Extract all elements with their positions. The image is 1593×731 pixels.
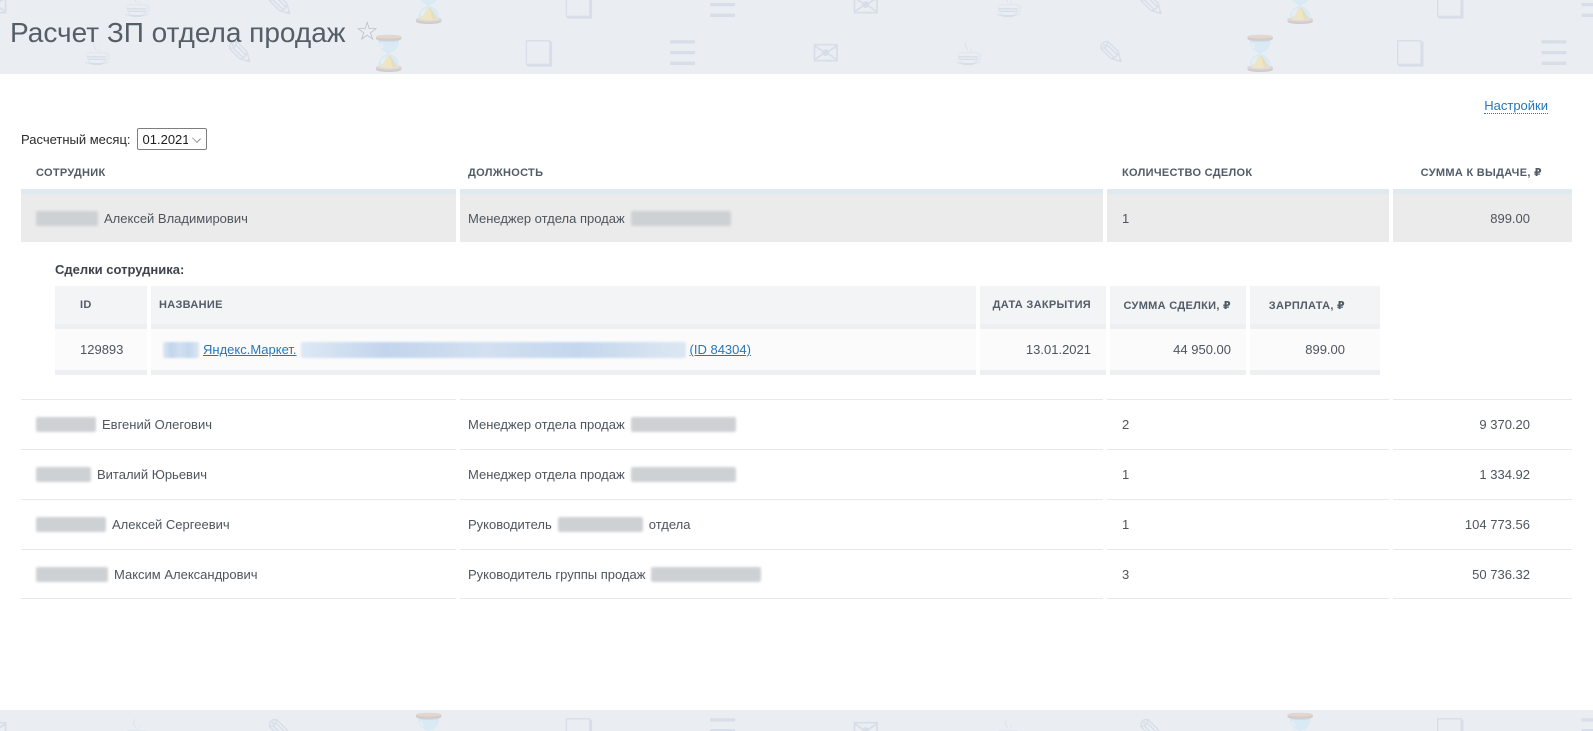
employee-position-cell: Менеджер отдела продаж (460, 189, 1103, 242)
position-text: Руководитель группы продаж (468, 567, 645, 582)
deals-count-cell: 1 (1107, 449, 1389, 499)
employee-position-cell: Руководитель отдела (460, 499, 1103, 549)
deals-count-cell: 3 (1107, 549, 1389, 599)
deals-count-cell: 1 (1107, 499, 1389, 549)
redacted-text (651, 567, 761, 582)
deal-sum-cell: 44 950.00 (1110, 324, 1246, 375)
redacted-text (558, 517, 643, 532)
amount-cell: 104 773.56 (1393, 499, 1572, 549)
deal-row: 129893 Яндекс.Маркет. (ID 84304) 13.01.2… (55, 324, 1380, 375)
month-select-wrap: 01.2021 (137, 128, 207, 150)
employee-name-cell: Алексей Владимирович (21, 189, 456, 242)
employee-row[interactable]: Евгений Олегович Менеджер отдела продаж … (21, 399, 1572, 449)
deal-col-header-id: ID (55, 286, 147, 324)
page-header: Расчет ЗП отдела продаж ☆ (0, 0, 1593, 49)
redacted-text (631, 211, 731, 226)
deal-col-header-close-date: ДАТА ЗАКРЫТИЯ (980, 286, 1106, 324)
employee-position-cell: Руководитель группы продаж (460, 549, 1103, 599)
page-title: Расчет ЗП отдела продаж (10, 17, 346, 48)
employee-row-expanded[interactable]: Алексей Владимирович Менеджер отдела про… (21, 189, 1572, 242)
deals-header-row: ID НАЗВАНИЕ ДАТА ЗАКРЫТИЯ СУММА СДЕЛКИ, … (55, 286, 1380, 324)
employee-name: Алексей Сергеевич (112, 517, 230, 532)
redacted-text (631, 417, 736, 432)
deals-count-cell: 2 (1107, 399, 1389, 449)
deal-title-text: Яндекс.Маркет. (203, 342, 297, 357)
redacted-text (36, 567, 108, 582)
settings-row: Настройки (21, 74, 1572, 112)
col-header-amount: СУММА К ВЫДАЧЕ, ₽ (1393, 166, 1572, 189)
deal-close-date-cell: 13.01.2021 (980, 324, 1106, 375)
deal-link[interactable]: Яндекс.Маркет. (ID 84304) (159, 342, 751, 358)
col-header-position: ДОЛЖНОСТЬ (460, 166, 1103, 189)
redacted-text (36, 211, 98, 226)
redacted-text (36, 517, 106, 532)
employee-name: Евгений Олегович (102, 417, 212, 432)
amount-cell: 1 334.92 (1393, 449, 1572, 499)
month-select[interactable]: 01.2021 (137, 128, 207, 150)
employee-position-cell: Менеджер отдела продаж (460, 449, 1103, 499)
settings-link[interactable]: Настройки (1484, 98, 1548, 114)
main-content: Настройки Расчетный месяц: 01.2021 СОТРУ… (0, 74, 1593, 710)
deal-id-text: (ID 84304) (690, 342, 751, 357)
col-header-deals-count: КОЛИЧЕСТВО СДЕЛОК (1107, 166, 1389, 189)
position-text: Менеджер отдела продаж (468, 211, 625, 226)
amount-cell: 899.00 (1393, 189, 1572, 242)
redacted-text (36, 417, 96, 432)
employee-row[interactable]: Виталий Юрьевич Менеджер отдела продаж 1… (21, 449, 1572, 499)
employee-name: Виталий Юрьевич (97, 467, 207, 482)
deal-col-header-salary: ЗАРПЛАТА, ₽ (1250, 286, 1380, 324)
month-filter-label: Расчетный месяц: (21, 132, 131, 147)
page-footer-band (0, 710, 1593, 731)
amount-cell: 9 370.20 (1393, 399, 1572, 449)
salary-table: СОТРУДНИК ДОЛЖНОСТЬ КОЛИЧЕСТВО СДЕЛОК СУ… (21, 166, 1572, 599)
deal-col-header-sum: СУММА СДЕЛКИ, ₽ (1110, 286, 1246, 324)
position-text: Руководитель (468, 517, 552, 532)
position-text: Менеджер отдела продаж (468, 467, 625, 482)
employee-position-cell: Менеджер отдела продаж (460, 399, 1103, 449)
page-header-band: Расчет ЗП отдела продаж ☆ (0, 0, 1593, 74)
employee-name-cell: Максим Александрович (21, 549, 456, 599)
table-header-row: СОТРУДНИК ДОЛЖНОСТЬ КОЛИЧЕСТВО СДЕЛОК СУ… (21, 166, 1572, 189)
deal-id-cell: 129893 (55, 324, 147, 375)
employee-name-cell: Виталий Юрьевич (21, 449, 456, 499)
deal-salary-cell: 899.00 (1250, 324, 1380, 375)
favorite-star-icon[interactable]: ☆ (356, 16, 379, 46)
employee-name-cell: Евгений Олегович (21, 399, 456, 449)
position-text-suffix: отдела (649, 517, 691, 532)
deals-count-cell: 1 (1107, 189, 1389, 242)
employee-row[interactable]: Максим Александрович Руководитель группы… (21, 549, 1572, 599)
employee-name: Максим Александрович (114, 567, 258, 582)
employee-row[interactable]: Алексей Сергеевич Руководитель отдела 1 … (21, 499, 1572, 549)
employee-name: Алексей Владимирович (104, 211, 248, 226)
month-filter: Расчетный месяц: 01.2021 (21, 128, 1572, 150)
amount-cell: 50 736.32 (1393, 549, 1572, 599)
deal-col-header-title: НАЗВАНИЕ (151, 286, 976, 324)
redacted-text (631, 467, 736, 482)
redacted-text (36, 467, 91, 482)
employee-name-cell: Алексей Сергеевич (21, 499, 456, 549)
col-header-employee: СОТРУДНИК (21, 166, 456, 189)
deals-section-label: Сделки сотрудника: (55, 262, 1380, 277)
employee-deals-section: Сделки сотрудника: ID НАЗВАНИЕ ДАТА ЗАКР… (55, 262, 1380, 375)
redacted-text (301, 342, 686, 358)
deal-title-cell: Яндекс.Маркет. (ID 84304) (151, 324, 976, 375)
redacted-text (163, 342, 199, 358)
position-text: Менеджер отдела продаж (468, 417, 625, 432)
